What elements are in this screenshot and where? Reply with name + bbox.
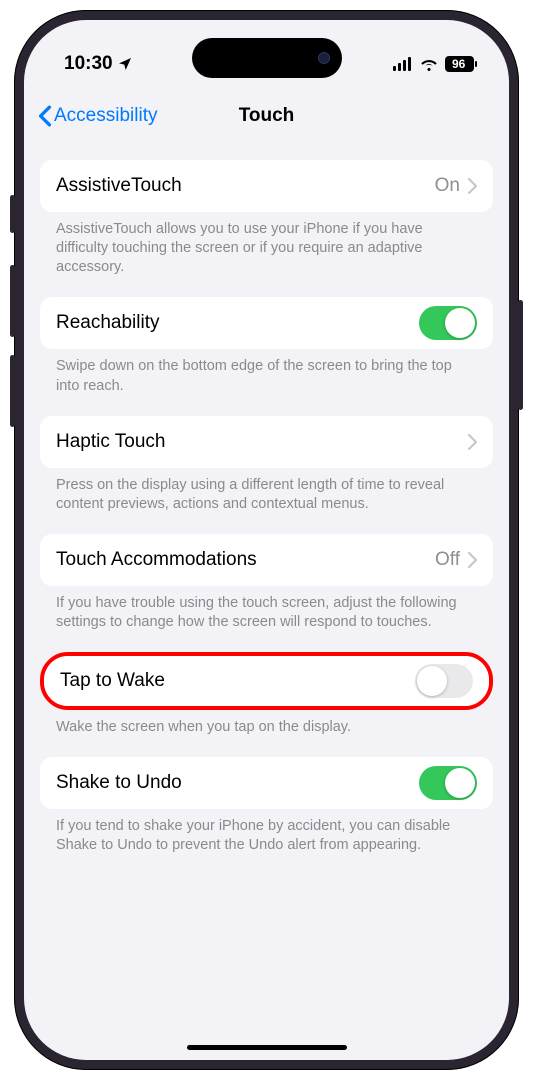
row-label: AssistiveTouch xyxy=(56,175,435,197)
cellular-icon xyxy=(393,57,413,71)
row-footer: Wake the screen when you tap on the disp… xyxy=(40,710,493,757)
row-label: Haptic Touch xyxy=(56,431,468,453)
reachability-toggle[interactable] xyxy=(419,306,477,340)
phone-frame: 10:30 xyxy=(14,10,519,1070)
location-icon xyxy=(117,56,133,72)
row-label: Touch Accommodations xyxy=(56,549,435,571)
row-footer: Swipe down on the bottom edge of the scr… xyxy=(40,349,493,415)
nav-bar: Accessibility Touch xyxy=(24,90,509,142)
back-label: Accessibility xyxy=(54,105,157,127)
row-value: On xyxy=(435,175,460,197)
volume-down-button xyxy=(10,355,15,427)
screen: 10:30 xyxy=(24,20,509,1060)
row-assistivetouch[interactable]: AssistiveTouch On xyxy=(40,160,493,212)
status-time: 10:30 xyxy=(64,53,113,75)
shake-to-undo-toggle[interactable] xyxy=(419,766,477,800)
row-footer: AssistiveTouch allows you to use your iP… xyxy=(40,212,493,297)
battery-icon: 96 xyxy=(445,56,477,72)
ringer-switch xyxy=(10,195,15,233)
chevron-right-icon xyxy=(468,552,477,568)
highlight-annotation: Tap to Wake xyxy=(40,652,493,710)
row-label: Reachability xyxy=(56,312,419,334)
row-label: Shake to Undo xyxy=(56,772,419,794)
row-touch-accommodations[interactable]: Touch Accommodations Off xyxy=(40,534,493,586)
volume-up-button xyxy=(10,265,15,337)
dynamic-island xyxy=(192,38,342,78)
chevron-left-icon xyxy=(38,105,52,127)
row-footer: If you tend to shake your iPhone by acci… xyxy=(40,809,493,859)
row-value: Off xyxy=(435,549,460,571)
row-label: Tap to Wake xyxy=(60,670,415,692)
side-button xyxy=(518,300,523,410)
row-footer: Press on the display using a different l… xyxy=(40,468,493,534)
back-button[interactable]: Accessibility xyxy=(38,105,157,127)
tap-to-wake-toggle[interactable] xyxy=(415,664,473,698)
home-indicator[interactable] xyxy=(187,1045,347,1050)
row-shake-to-undo[interactable]: Shake to Undo xyxy=(40,757,493,809)
row-tap-to-wake[interactable]: Tap to Wake xyxy=(44,656,489,706)
front-camera-icon xyxy=(318,52,330,64)
settings-list: AssistiveTouch On AssistiveTouch allows … xyxy=(24,142,509,860)
wifi-icon xyxy=(419,57,439,71)
chevron-right-icon xyxy=(468,434,477,450)
row-haptic-touch[interactable]: Haptic Touch xyxy=(40,416,493,468)
chevron-right-icon xyxy=(468,178,477,194)
row-reachability[interactable]: Reachability xyxy=(40,297,493,349)
row-footer: If you have trouble using the touch scre… xyxy=(40,586,493,652)
